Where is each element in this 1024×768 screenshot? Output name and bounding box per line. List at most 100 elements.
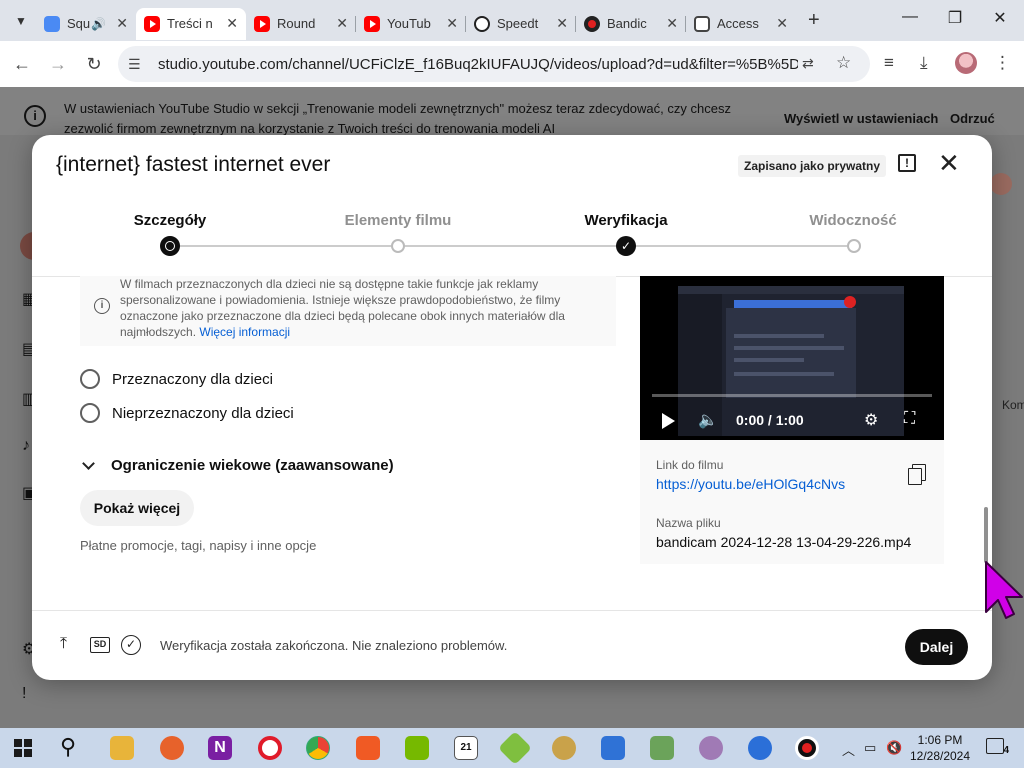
bandicam-record-icon[interactable] (795, 736, 819, 760)
view-in-settings-link[interactable]: Wyświetl w ustawieniach (784, 111, 938, 126)
app-r-icon[interactable] (601, 736, 625, 760)
firefox-icon[interactable] (160, 736, 184, 760)
url-text[interactable]: studio.youtube.com/channel/UCFiClzE_f16B… (158, 56, 798, 73)
tab-close-icon[interactable]: ✕ (336, 15, 348, 32)
speaker-icon[interactable]: 🔊 (91, 17, 106, 31)
browser-tab-active[interactable]: Treści n ✕ (136, 7, 246, 40)
dialog-scrollbar[interactable] (984, 507, 988, 563)
play-icon[interactable] (662, 413, 675, 429)
age-restriction-toggle[interactable]: Ograniczenie wiekowe (zaawansowane) (82, 457, 394, 474)
system-clock[interactable]: 1:06 PM 12/28/2024 (908, 732, 972, 764)
video-time: 0:00 / 1:00 (736, 412, 804, 428)
download-icon[interactable]: ⤓ (920, 53, 928, 73)
nvidia-icon[interactable] (405, 736, 429, 760)
reload-icon[interactable]: ↻ (76, 54, 112, 75)
tab-close-icon[interactable]: ✕ (226, 15, 238, 32)
browser-tab[interactable]: Access ✕ (686, 8, 796, 40)
sd-processing-icon[interactable]: SD (90, 637, 110, 653)
minimize-icon[interactable]: — (890, 8, 930, 26)
step-empty-dot[interactable] (391, 239, 405, 253)
onenote-icon[interactable]: N (208, 736, 232, 760)
browser-tab[interactable]: Squ 🔊 ✕ (36, 8, 136, 40)
info-icon: i (94, 298, 110, 314)
settings-gear-icon[interactable]: ⚙ (864, 410, 878, 430)
radio-not-made-for-kids[interactable]: Nieprzeznaczony dla dzieci (80, 403, 294, 423)
step-current-dot[interactable] (160, 236, 180, 256)
volume-icon[interactable]: 🔈 (698, 410, 718, 430)
radio-button[interactable] (80, 369, 100, 389)
next-button[interactable]: Dalej (905, 629, 968, 665)
site-info-icon[interactable]: ☰ (128, 56, 150, 73)
tab-title: Round (277, 16, 316, 31)
tab-close-icon[interactable]: ✕ (776, 15, 788, 32)
tab-close-icon[interactable]: ✕ (446, 15, 458, 32)
volume-muted-icon[interactable]: 🔇 (886, 740, 902, 756)
translate-icon[interactable]: ⇄ (802, 55, 814, 72)
address-bar[interactable]: ☰ studio.youtube.com/channel/UCFiClzE_f1… (118, 46, 870, 82)
window-close-icon[interactable]: ✕ (980, 8, 1020, 28)
tab-close-icon[interactable]: ✕ (666, 15, 678, 32)
app-shield-icon[interactable] (748, 736, 772, 760)
dialog-footer: ⤒ SD ✓ Weryfikacja została zakończona. N… (32, 610, 992, 680)
app-eye-icon[interactable] (552, 736, 576, 760)
new-tab-plus-icon[interactable]: + (808, 9, 820, 32)
extra-options-text: Płatne promocje, tagi, napisy i inne opc… (80, 538, 317, 553)
tab-title: Access (717, 16, 759, 31)
restore-icon[interactable]: ❐ (935, 8, 975, 28)
app-ghost-icon[interactable] (699, 736, 723, 760)
browser-tab[interactable]: Round ✕ (246, 8, 356, 40)
browser-tab[interactable]: Bandic ✕ (576, 8, 686, 40)
search-icon[interactable]: ⚲ (60, 734, 76, 760)
sidebar-feedback-icon[interactable]: ! (22, 685, 42, 705)
bookmark-star-icon[interactable]: ☆ (836, 53, 851, 73)
back-arrow-icon[interactable]: ← (4, 54, 40, 75)
browser-tab[interactable]: YouTub ✕ (356, 8, 466, 40)
learn-more-link[interactable]: Więcej informacji (199, 325, 290, 339)
radio-label: Nieprzeznaczony dla dzieci (112, 404, 294, 422)
notification-center-icon[interactable]: 4 (986, 738, 1009, 756)
video-progress-bar[interactable] (652, 394, 932, 397)
video-link-label: Link do filmu (656, 458, 724, 472)
report-issue-icon[interactable]: ! (898, 154, 916, 172)
calendar-app-icon[interactable]: 21 (454, 736, 478, 760)
fullscreen-icon[interactable]: ⛶ (904, 410, 915, 428)
copy-link-icon[interactable] (908, 464, 926, 485)
close-dialog-icon[interactable]: ✕ (938, 149, 960, 177)
dialog-title: {internet} fastest internet ever (56, 153, 331, 176)
step-video-elements-label[interactable]: Elementy filmu (328, 212, 468, 229)
brave-icon[interactable] (356, 736, 380, 760)
radio-made-for-kids[interactable]: Przeznaczony dla dzieci (80, 369, 273, 389)
bandicam-icon (584, 15, 600, 32)
clock-date: 12/28/2024 (909, 749, 971, 763)
network-icon[interactable]: ▭ (864, 740, 876, 756)
show-more-button[interactable]: Pokaż więcej (80, 490, 194, 526)
browser-tab[interactable]: Speedt ✕ (466, 8, 576, 40)
app-network-icon[interactable] (650, 736, 674, 760)
stepper-line (170, 245, 854, 247)
tray-chevron-up-icon[interactable]: ︿ (842, 740, 855, 759)
tab-close-icon[interactable]: ✕ (116, 15, 128, 32)
step-details-label[interactable]: Szczegóły (100, 212, 240, 229)
video-preview-player[interactable]: 🔈 0:00 / 1:00 ⚙ ⛶ (640, 276, 944, 440)
checks-complete-icon[interactable]: ✓ (121, 635, 141, 655)
upload-status-icon[interactable]: ⤒ (60, 635, 67, 653)
forward-arrow-icon[interactable]: → (40, 54, 76, 75)
file-explorer-icon[interactable] (110, 736, 134, 760)
video-link[interactable]: https://youtu.be/eHOlGq4cNvs (656, 476, 845, 492)
chrome-icon[interactable] (306, 736, 330, 760)
radio-button[interactable] (80, 403, 100, 423)
step-done-check-icon[interactable]: ✓ (616, 236, 636, 256)
step-checks-label[interactable]: Weryfikacja (556, 212, 696, 229)
more-menu-icon[interactable]: ⋮ (994, 53, 1011, 73)
dismiss-button[interactable]: Odrzuć (950, 111, 995, 126)
step-visibility-label[interactable]: Widoczność (783, 212, 923, 229)
tab-search-chevron-icon[interactable]: ▼ (6, 6, 36, 36)
windows-start-icon[interactable] (14, 739, 32, 757)
profile-avatar[interactable] (955, 52, 977, 74)
tab-close-icon[interactable]: ✕ (556, 15, 568, 32)
app-green-icon[interactable] (498, 731, 532, 765)
media-control-icon[interactable]: ≡ (884, 53, 894, 73)
opera-icon[interactable] (258, 736, 282, 760)
step-empty-dot[interactable] (847, 239, 861, 253)
tab-title: Treści n (167, 16, 213, 31)
